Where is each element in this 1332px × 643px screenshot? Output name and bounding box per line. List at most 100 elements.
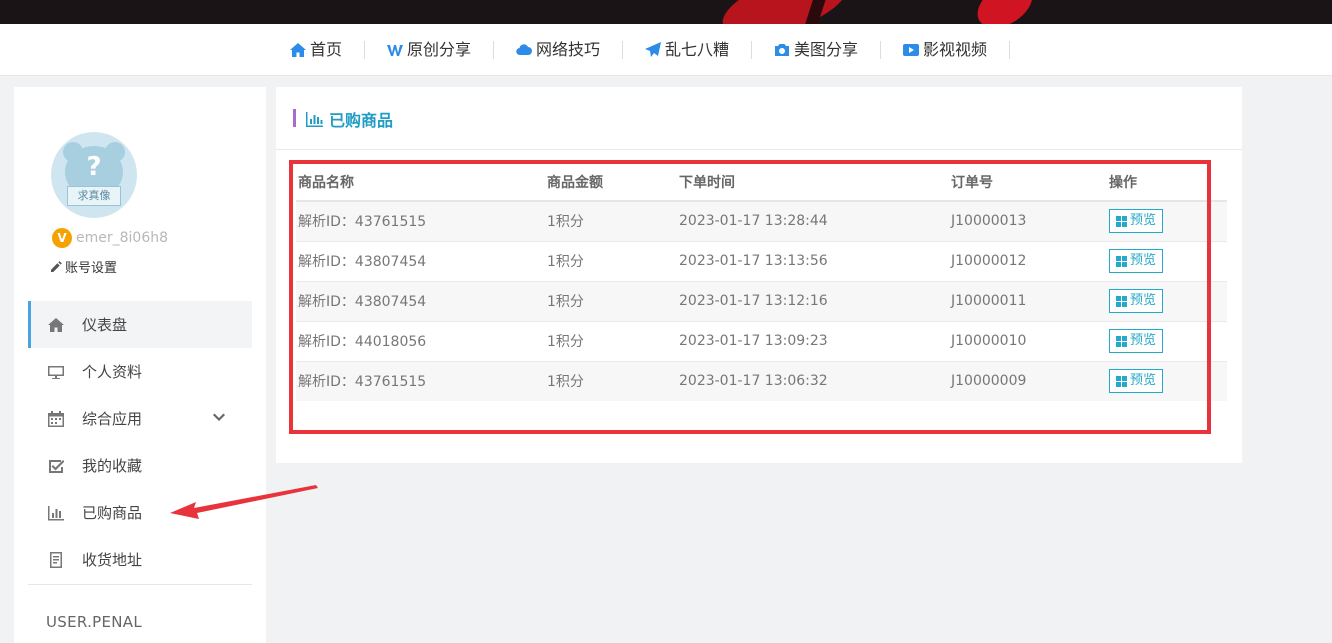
sidebar-item-label: 仪表盘 (82, 316, 128, 334)
orders-table: 商品名称 商品金额 下单时间 订单号 操作 解析ID：43761515 1积分 … (296, 163, 1227, 401)
bar-chart-icon (306, 111, 323, 127)
nav-item-photos[interactable]: 美图分享 (752, 39, 882, 59)
avatar-sign: 求真像 (67, 186, 121, 206)
cell-order: J10000013 (949, 200, 1107, 241)
bar-chart-icon (48, 505, 64, 520)
preview-label: 预览 (1130, 373, 1157, 389)
grid-icon (1116, 335, 1127, 347)
sidebar-item-apps[interactable]: 综合应用 (28, 395, 252, 442)
sidebar-item-label: 个人资料 (82, 363, 143, 381)
nav-item-label: 美图分享 (794, 39, 859, 59)
preview-button[interactable]: 预览 (1109, 369, 1164, 394)
table-row: 解析ID：44018056 1积分 2023-01-17 13:09:23 J1… (296, 320, 1227, 361)
cell-order: J10000012 (949, 240, 1107, 281)
nav-item-videos[interactable]: 影视视频 (881, 39, 1011, 59)
grid-icon (1116, 295, 1127, 307)
grid-icon (1116, 215, 1127, 227)
page-title-text: 已购商品 (329, 111, 394, 130)
preview-button[interactable]: 预览 (1109, 329, 1164, 353)
table-row: 解析ID：43761515 1积分 2023-01-17 13:06:32 J1… (296, 360, 1227, 401)
column-header-time: 下单时间 (677, 163, 949, 202)
column-header-action: 操作 (1107, 163, 1227, 202)
panel-header: 已购商品 (276, 87, 1242, 150)
chevron-down-icon[interactable] (212, 411, 226, 425)
nav-item-label: 首页 (309, 39, 342, 59)
cell-action: 预览 (1107, 240, 1227, 281)
column-header-order: 订单号 (949, 163, 1107, 202)
video-play-icon (903, 43, 920, 56)
grid-icon (1116, 375, 1127, 387)
cell-order: J10000009 (949, 360, 1107, 401)
nav-item-original[interactable]: 原创分享 (365, 39, 494, 59)
preview-button[interactable]: 预览 (1109, 209, 1164, 234)
nav-item-misc[interactable]: 乱七八糟 (623, 39, 753, 59)
preview-label: 预览 (1130, 253, 1157, 268)
address-book-icon (50, 551, 62, 568)
cell-time: 2023-01-17 13:09:23 (677, 320, 949, 361)
sidebar-item-purchased[interactable]: 已购商品 (28, 489, 252, 536)
home-icon (48, 317, 64, 332)
username: emer_8i06h8 (76, 230, 169, 246)
column-header-name: 商品名称 (296, 163, 545, 202)
vip-badge: V (52, 228, 72, 248)
sidebar-item-address[interactable]: 收货地址 (28, 536, 252, 583)
cell-name: 解析ID：43807454 (296, 280, 545, 321)
table-row: 解析ID：43761515 1积分 2023-01-17 13:28:44 J1… (296, 200, 1227, 241)
cell-name: 解析ID：44018056 (296, 320, 545, 361)
table-row: 解析ID：43807454 1积分 2023-01-17 13:12:16 J1… (296, 280, 1227, 321)
cell-name: 解析ID：43807454 (296, 240, 545, 281)
preview-button[interactable]: 预览 (1109, 289, 1164, 313)
home-icon (289, 42, 306, 57)
account-settings-label: 账号设置 (65, 261, 118, 276)
sidebar-item-profile[interactable]: 个人资料 (28, 348, 252, 395)
avatar-mark: ? (86, 152, 102, 182)
sidebar-item-label: 已购商品 (82, 504, 143, 522)
sidebar-item-dashboard[interactable]: 仪表盘 (28, 301, 252, 348)
top-banner (0, 0, 1332, 24)
title-accent-bar (293, 109, 296, 127)
cell-name: 解析ID：43761515 (296, 200, 545, 241)
calendar-icon (48, 410, 64, 427)
sidebar-item-label: 我的收藏 (82, 457, 143, 475)
preview-label: 预览 (1130, 333, 1157, 348)
page-title: 已购商品 (306, 107, 393, 131)
cell-amount: 1积分 (545, 280, 677, 321)
nav-item-home[interactable]: 首页 (289, 39, 365, 59)
account-settings-link[interactable]: 账号设置 (51, 257, 117, 276)
avatar[interactable]: ? 求真像 (51, 132, 137, 218)
cell-time: 2023-01-17 13:28:44 (677, 200, 949, 241)
cell-time: 2023-01-17 13:12:16 (677, 280, 949, 321)
checkbox-icon (49, 459, 64, 473)
cell-action: 预览 (1107, 360, 1227, 401)
cell-amount: 1积分 (545, 200, 677, 241)
cell-amount: 1积分 (545, 320, 677, 361)
column-header-amount: 商品金额 (545, 163, 677, 202)
monitor-icon (48, 365, 64, 379)
cell-time: 2023-01-17 13:13:56 (677, 240, 949, 281)
purchased-panel: 已购商品 商品名称 商品金额 下单时间 订单号 操作 解析ID：43761515… (276, 87, 1242, 463)
nav-item-label: 乱七八糟 (665, 39, 730, 59)
preview-button[interactable]: 预览 (1109, 249, 1164, 273)
preview-label: 预览 (1130, 293, 1157, 308)
sidebar-divider (28, 584, 252, 585)
user-sidebar: ? 求真像 V emer_8i06h8 账号设置 仪表盘 个人资料 综合应用 我… (14, 87, 266, 643)
banner-decoration (715, 0, 855, 24)
pencil-icon (51, 261, 62, 272)
preview-label: 预览 (1130, 213, 1157, 229)
grid-icon (1116, 255, 1127, 267)
camera-icon (775, 43, 790, 56)
sidebar-item-label: 综合应用 (82, 410, 143, 428)
nav-item-label: 影视视频 (923, 39, 988, 59)
cloud-icon (516, 43, 532, 55)
banner-decoration (969, 0, 1041, 24)
cell-order: J10000010 (949, 320, 1107, 361)
sidebar-item-label: 收货地址 (82, 551, 143, 569)
nav-item-label: 网络技巧 (535, 39, 600, 59)
cell-amount: 1积分 (545, 240, 677, 281)
cell-action: 预览 (1107, 200, 1227, 241)
nav-item-label: 原创分享 (406, 39, 471, 59)
nav-item-tips[interactable]: 网络技巧 (494, 39, 623, 59)
user-panel-label: USER.PENAL (46, 613, 142, 631)
sidebar-item-favorites[interactable]: 我的收藏 (28, 442, 252, 489)
cell-order: J10000011 (949, 280, 1107, 321)
